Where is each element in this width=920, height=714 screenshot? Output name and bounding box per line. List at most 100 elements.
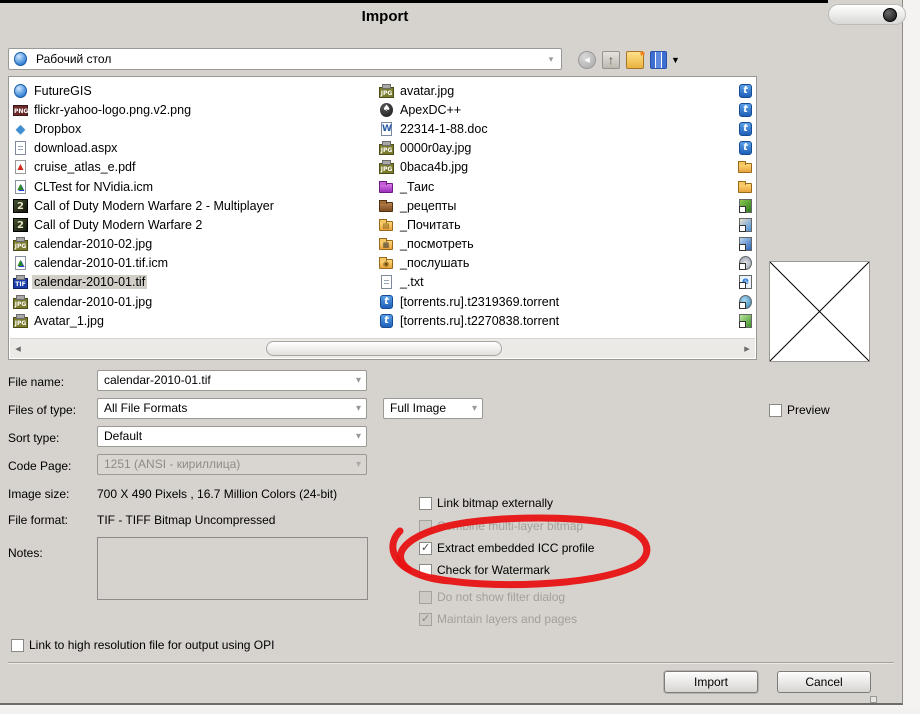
- file-list-item[interactable]: 22314-1-88.doc: [379, 119, 739, 138]
- file-list-item[interactable]: [738, 254, 756, 273]
- file-list-item[interactable]: calendar-2010-01.jpg: [13, 292, 375, 311]
- back-icon[interactable]: [578, 51, 596, 69]
- location-combobox[interactable]: Рабочий стол ▾: [8, 48, 562, 70]
- file-type-icon: [738, 198, 753, 213]
- file-name-label: calendar-2010-01.tif: [32, 275, 148, 290]
- file-type-icon: [379, 294, 394, 309]
- file-list-item[interactable]: CLTest for NVidia.icm: [13, 177, 375, 196]
- scroll-right-arrow-icon[interactable]: ▸: [739, 339, 755, 359]
- file-type-icon: [379, 237, 394, 251]
- file-type-icon: [13, 160, 28, 175]
- option-row[interactable]: Do not show filter dialog: [419, 590, 565, 604]
- file-name-label: FutureGIS: [34, 83, 92, 98]
- file-list-item[interactable]: _посмотреть: [379, 235, 739, 254]
- sort-type-combobox[interactable]: Default: [97, 426, 367, 447]
- file-type-icon: [13, 294, 28, 309]
- cancel-button[interactable]: Cancel: [777, 671, 871, 693]
- file-type-icon: [738, 160, 753, 174]
- scrollbar-thumb[interactable]: [266, 341, 502, 356]
- file-list-item[interactable]: [torrents.ru].t2319369.torrent: [379, 292, 739, 311]
- option-row[interactable]: Extract embedded ICC profile: [419, 541, 594, 555]
- file-list-item[interactable]: [738, 311, 756, 330]
- file-list-item[interactable]: [738, 81, 756, 100]
- file-list-item[interactable]: [738, 292, 756, 311]
- file-type-icon: [13, 256, 28, 271]
- option-row[interactable]: Combine multi-layer bitmap: [419, 519, 583, 533]
- file-list-item[interactable]: _послушать: [379, 254, 739, 273]
- file-list-item[interactable]: [738, 177, 756, 196]
- file-list-item[interactable]: [738, 235, 756, 254]
- file-type-icon: [13, 217, 28, 232]
- file-list-item[interactable]: [738, 119, 756, 138]
- file-list-item[interactable]: ApexDC++: [379, 100, 739, 119]
- file-list-item[interactable]: FutureGIS: [13, 81, 375, 100]
- file-list-item[interactable]: 0baca4b.jpg: [379, 158, 739, 177]
- file-list-item[interactable]: download.aspx: [13, 139, 375, 158]
- file-list-item[interactable]: avatar.jpg: [379, 81, 739, 100]
- option-checkbox[interactable]: [419, 496, 432, 510]
- file-list-item[interactable]: calendar-2010-02.jpg: [13, 235, 375, 254]
- preview-option[interactable]: Preview: [769, 403, 830, 417]
- preview-label: Preview: [787, 403, 830, 417]
- new-folder-icon[interactable]: [626, 48, 645, 69]
- file-list-item[interactable]: _Таис: [379, 177, 739, 196]
- option-row[interactable]: Check for Watermark: [419, 563, 550, 577]
- option-checkbox[interactable]: [419, 563, 432, 577]
- file-list-item[interactable]: Call of Duty Modern Warfare 2 - Multipla…: [13, 196, 375, 215]
- files-of-type-combobox[interactable]: All File Formats: [97, 398, 367, 419]
- resize-grip[interactable]: [870, 696, 877, 703]
- notes-field[interactable]: [97, 537, 368, 600]
- option-checkbox[interactable]: [419, 541, 432, 555]
- option-checkbox[interactable]: [419, 519, 432, 533]
- file-name-label: [torrents.ru].t2319369.torrent: [400, 294, 560, 309]
- file-list-item[interactable]: calendar-2010-01.tif.icm: [13, 254, 375, 273]
- location-value: Рабочий стол: [36, 52, 112, 66]
- file-list-item[interactable]: Avatar_1.jpg: [13, 311, 375, 330]
- window-top-border: [0, 0, 828, 3]
- option-row[interactable]: Maintain layers and pages: [419, 612, 577, 626]
- option-row[interactable]: Link bitmap externally: [419, 496, 553, 510]
- location-dropdown-arrow[interactable]: ▾: [543, 51, 559, 67]
- file-list-item[interactable]: _.txt: [379, 273, 739, 292]
- option-label: Combine multi-layer bitmap: [437, 519, 584, 533]
- window-control-pill[interactable]: [828, 4, 906, 25]
- import-mode-combobox[interactable]: Full Image: [383, 398, 483, 419]
- option-checkbox[interactable]: [419, 590, 432, 604]
- file-type-icon: [13, 237, 28, 252]
- views-icon[interactable]: [650, 51, 667, 69]
- file-list-item[interactable]: [738, 139, 756, 158]
- file-list-item[interactable]: [738, 215, 756, 234]
- file-list-item[interactable]: [738, 273, 756, 292]
- file-list-item[interactable]: [torrents.ru].t2270838.torrent: [379, 311, 739, 330]
- file-list-item[interactable]: _рецепты: [379, 196, 739, 215]
- file-list-item[interactable]: cruise_atlas_e.pdf: [13, 158, 375, 177]
- import-button[interactable]: Import: [664, 671, 758, 693]
- file-list-item[interactable]: calendar-2010-01.tif: [13, 273, 375, 292]
- empty-preview-x: [770, 262, 869, 361]
- file-type-icon: [379, 256, 394, 270]
- file-list-item[interactable]: 0000r0ay.jpg: [379, 139, 739, 158]
- file-name-label: cruise_atlas_e.pdf: [34, 160, 136, 175]
- file-list-item[interactable]: flickr-yahoo-logo.png.v2.png: [13, 100, 375, 119]
- file-name-label: _послушать: [400, 256, 470, 271]
- opi-checkbox[interactable]: [11, 638, 24, 652]
- file-name-value: calendar-2010-01.tif: [104, 373, 211, 387]
- preview-checkbox[interactable]: [769, 403, 782, 417]
- file-list-item[interactable]: Dropbox: [13, 119, 375, 138]
- views-dropdown-arrow[interactable]: ▼: [671, 55, 680, 65]
- code-page-label: Code Page:: [8, 459, 72, 473]
- file-name-label: _Почитать: [400, 217, 461, 232]
- up-one-level-icon[interactable]: [602, 51, 620, 69]
- file-name-label: ApexDC++: [400, 102, 462, 117]
- window-control-button[interactable]: [883, 8, 897, 22]
- file-list-item[interactable]: Call of Duty Modern Warfare 2: [13, 215, 375, 234]
- horizontal-scrollbar[interactable]: ◂ ▸: [10, 338, 755, 358]
- file-list-item[interactable]: [738, 158, 756, 177]
- file-list-item[interactable]: _Почитать: [379, 215, 739, 234]
- option-checkbox[interactable]: [419, 612, 432, 626]
- file-list-item[interactable]: [738, 196, 756, 215]
- scroll-left-arrow-icon[interactable]: ◂: [10, 339, 26, 359]
- file-list-item[interactable]: [738, 100, 756, 119]
- opi-option[interactable]: Link to high resolution file for output …: [11, 638, 274, 652]
- file-name-combobox[interactable]: calendar-2010-01.tif: [97, 370, 367, 391]
